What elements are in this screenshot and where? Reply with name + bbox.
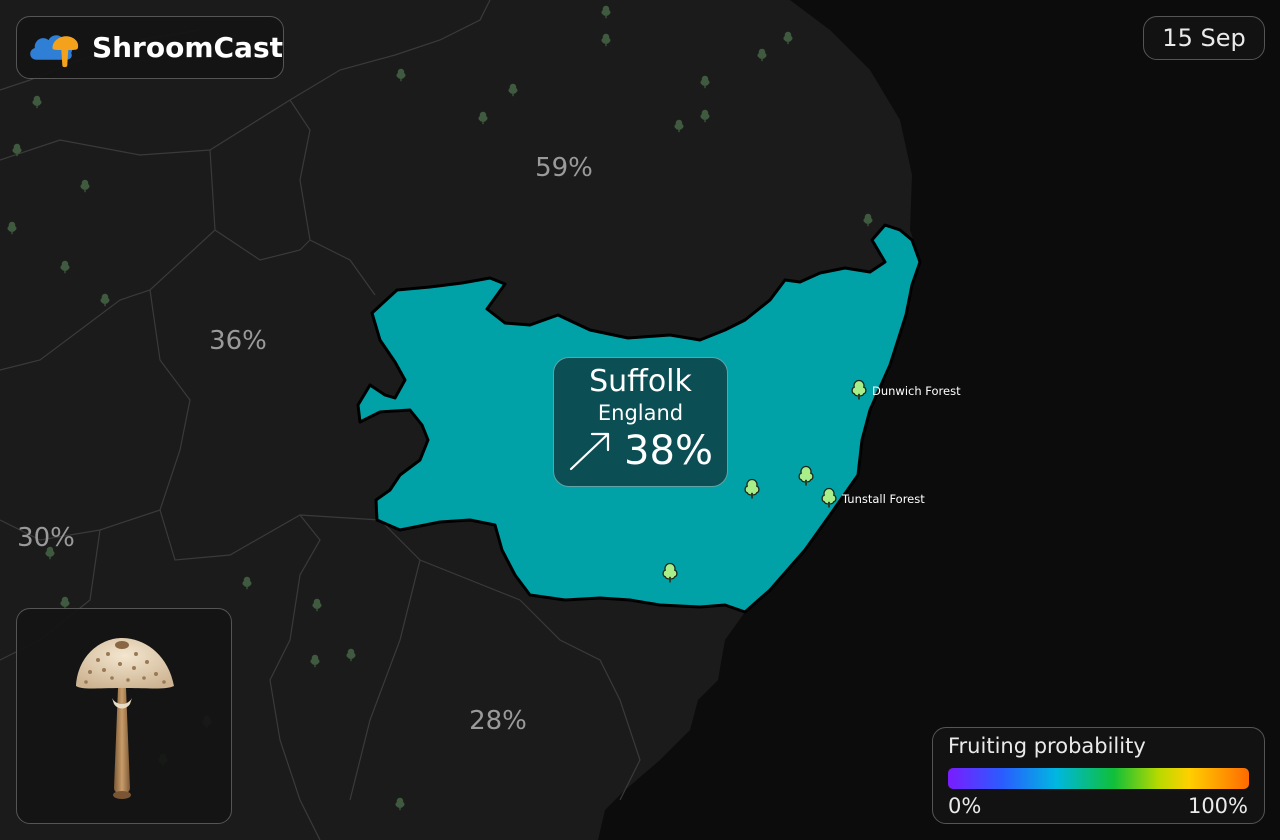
date-badge[interactable]: 15 Sep [1143, 16, 1265, 60]
region-label-west: 36% [209, 326, 267, 356]
species-card[interactable] [16, 608, 232, 824]
probability-value: 38% [624, 428, 713, 474]
legend-min-label: 0% [948, 794, 982, 818]
trend-up-arrow-icon [569, 432, 610, 471]
forest-label-dunwich[interactable]: Dunwich Forest [872, 384, 961, 398]
region-label-north: 59% [535, 153, 593, 183]
region-label-south: 28% [469, 706, 527, 736]
country-name: England [597, 401, 684, 425]
legend-title: Fruiting probability [948, 734, 1146, 758]
forest-label-tunstall[interactable]: Tunstall Forest [842, 492, 925, 506]
region-info-card[interactable]: Suffolk England 38% [553, 357, 728, 487]
app-name: ShroomCast [91, 31, 283, 64]
app-logo[interactable]: ShroomCast [16, 16, 284, 79]
region-label-far-west: 30% [17, 523, 75, 553]
probability-legend: Fruiting probability 0% 100% [932, 727, 1265, 824]
legend-max-label: 100% [1187, 794, 1248, 818]
legend-color-scale [948, 768, 1249, 789]
parasol-mushroom-icon [76, 638, 174, 799]
cloud-mushroom-icon [30, 34, 79, 67]
county-name: Suffolk [589, 364, 692, 399]
